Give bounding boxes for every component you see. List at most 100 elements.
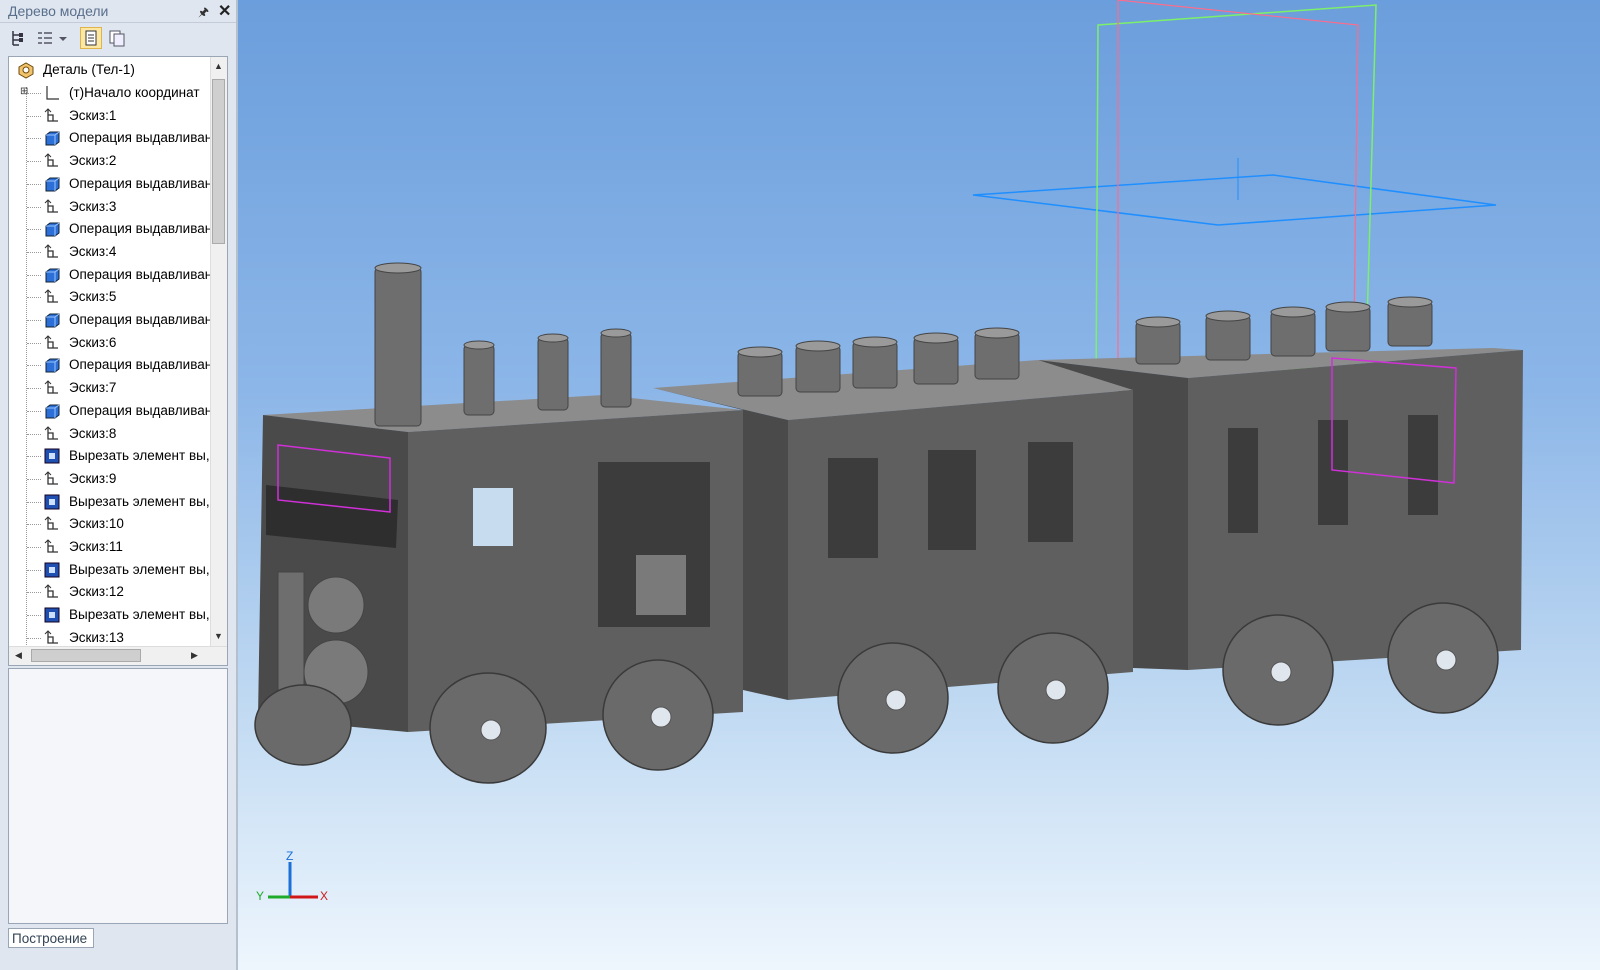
extrude-icon <box>43 220 61 238</box>
tree-branch <box>27 365 41 367</box>
tree-vertical-scrollbar[interactable]: ▲ ▼ <box>210 57 227 647</box>
tree-horizontal-scrollbar[interactable]: ◀ ▶ <box>9 646 227 665</box>
tree-toolbar <box>0 23 236 53</box>
horizontal-plane <box>972 174 1497 226</box>
tree-item[interactable]: Вырезать элемент вы, <box>9 604 210 626</box>
cut-icon <box>43 447 61 465</box>
scroll-left-icon[interactable]: ◀ <box>15 650 22 661</box>
tree-branch <box>27 388 41 390</box>
expand-icon[interactable]: ⊞ <box>20 86 28 97</box>
tree-branch <box>27 547 41 548</box>
tree-item[interactable]: Эскиз:5 <box>9 286 209 308</box>
tree-item[interactable]: Операция выдавливан <box>9 400 212 422</box>
tree-item[interactable]: Эскиз:9 <box>9 468 209 490</box>
extrude-icon <box>43 356 61 374</box>
tree-item[interactable]: Эскиз:10 <box>9 513 209 535</box>
tree-branch <box>27 115 41 117</box>
tree-item-label: Вырезать элемент вы, <box>69 493 210 509</box>
tree-branch <box>27 206 41 208</box>
tree-item[interactable]: Эскиз:11 <box>9 536 209 558</box>
sketch-icon <box>43 152 61 170</box>
tree-item[interactable]: Вырезать элемент вы, <box>9 445 210 467</box>
tree-root-item[interactable]: Деталь (Тел-1) <box>9 59 209 81</box>
panel-split-icon[interactable] <box>106 27 128 49</box>
scroll-up-icon[interactable]: ▲ <box>214 61 223 71</box>
tree-item-label: Вырезать элемент вы, <box>69 607 210 623</box>
cut-icon <box>43 561 61 579</box>
extrude-icon <box>43 129 61 147</box>
tree-item[interactable]: Операция выдавливан <box>9 218 212 240</box>
properties-area <box>8 668 228 924</box>
tree-item[interactable]: Вырезать элемент вы, <box>9 491 210 513</box>
tree-branch <box>27 138 41 140</box>
tree-item-label: Вырезать элемент вы, <box>69 561 210 577</box>
tree-item[interactable]: Эскиз:8 <box>9 423 209 445</box>
tree-item[interactable]: Эскиз:2 <box>9 150 209 172</box>
wheel-hub <box>480 719 502 741</box>
tree-item[interactable]: Эскиз:12 <box>9 581 209 603</box>
tree-item-label: Эскиз:12 <box>69 584 124 600</box>
tree-branch <box>27 229 41 231</box>
sketch-icon <box>43 629 61 647</box>
tree-branch <box>27 524 41 526</box>
tree-item-label: Операция выдавливан <box>69 312 213 327</box>
model-tree: Деталь (Тел-1) ⊞ (т)Начало координат Эскиз:… <box>8 56 228 666</box>
scroll-down-icon[interactable]: ▼ <box>214 631 223 641</box>
wheel-hub <box>1045 679 1067 701</box>
panel-view-icon[interactable] <box>80 27 102 49</box>
tree-item[interactable]: ⊞ (т)Начало координат <box>9 82 209 104</box>
scroll-right-icon[interactable]: ▶ <box>191 650 198 661</box>
train-model-scene[interactable]: Z Y X <box>238 0 1600 970</box>
tree-hscroll-thumb[interactable] <box>31 649 141 662</box>
tree-list-icon[interactable] <box>34 27 56 49</box>
tree-item[interactable]: Операция выдавливан <box>9 173 212 195</box>
sketch-icon <box>43 288 61 306</box>
axis-y-label: Y <box>256 889 264 903</box>
cut-icon <box>43 606 61 624</box>
tree-structure-icon[interactable] <box>8 27 30 49</box>
tree-branch <box>27 592 41 594</box>
dropdown-arrow-icon[interactable] <box>56 27 70 49</box>
sketch-icon <box>43 107 61 125</box>
tree-branch <box>27 410 41 412</box>
tree-item[interactable]: Эскиз:7 <box>9 377 209 399</box>
part-icon <box>17 61 35 79</box>
tree-branch <box>27 320 41 321</box>
sketch-icon <box>43 470 61 488</box>
tree-branch <box>27 342 41 344</box>
tree-branch <box>27 161 41 163</box>
tree-item-label: (т)Начало координат <box>69 85 200 100</box>
tree-branch <box>27 297 41 299</box>
pin-icon[interactable]: 🖈 <box>198 3 209 24</box>
tree-branch <box>27 637 41 639</box>
tree-branch <box>27 251 41 253</box>
tree-item[interactable]: Эскиз:1 <box>9 105 209 127</box>
tree-item-label: Эскиз:5 <box>69 289 117 305</box>
tree-branch <box>27 433 41 435</box>
tree-item-label: Эскиз:7 <box>69 380 117 396</box>
tree-item-label: Эскиз:13 <box>69 629 124 645</box>
tree-item[interactable]: Операция выдавливан <box>9 264 212 286</box>
3d-viewport[interactable]: Z Y X <box>238 0 1600 970</box>
tree-item-label: Эскиз:9 <box>69 470 117 486</box>
sketch-icon <box>43 583 61 601</box>
axis-x-label: X <box>320 889 328 903</box>
tree-item[interactable]: Эскиз:3 <box>9 196 209 218</box>
axis-z-label: Z <box>286 849 293 863</box>
tree-item[interactable]: Операция выдавливан <box>9 309 213 331</box>
cut-icon <box>43 493 61 511</box>
sketch-icon <box>43 334 61 352</box>
tree-branch <box>27 501 41 503</box>
tree-item[interactable]: Эскиз:4 <box>9 241 209 263</box>
tree-item[interactable]: Вырезать элемент вы, <box>9 559 210 581</box>
extrude-icon <box>43 266 61 284</box>
close-icon[interactable]: ✕ <box>218 1 231 21</box>
tree-scroll-thumb[interactable] <box>212 79 225 244</box>
wheel <box>254 684 352 766</box>
tree-item[interactable]: Операция выдавливан <box>9 354 212 376</box>
tree-item[interactable]: Эскиз:6 <box>9 332 209 354</box>
tab-build[interactable]: Построение <box>8 928 94 948</box>
tree-item[interactable]: Операция выдавливан <box>9 127 212 149</box>
tree-branch <box>27 456 41 458</box>
tree-item-label: Эскиз:6 <box>69 334 117 350</box>
